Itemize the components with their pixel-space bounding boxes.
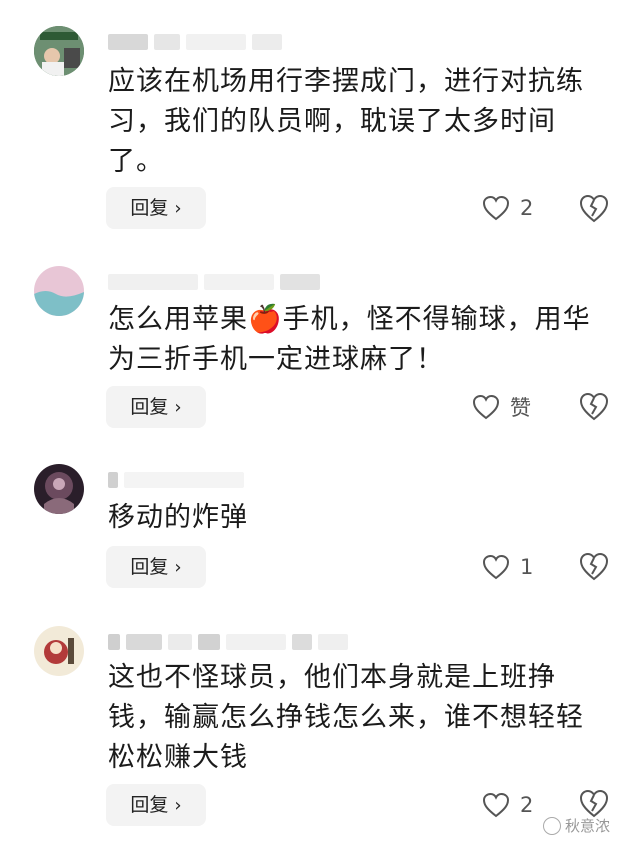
broken-heart-icon[interactable] [578,391,610,423]
heart-outline-icon [482,195,510,221]
chevron-right-icon: › [174,397,182,418]
heart-outline-icon [482,792,510,818]
avatar[interactable] [34,26,84,76]
broken-heart-icon[interactable] [578,193,610,225]
broken-heart-icon[interactable] [578,551,610,583]
username[interactable] [108,632,348,652]
chevron-right-icon: › [174,795,182,816]
chevron-right-icon: › [174,557,182,578]
comment-text: 移动的炸弹 [108,502,248,533]
comment-text: 怎么用苹果🍎手机，怪不得输球，用华为三折手机一定进球麻了！ [108,304,591,375]
watermark: 秋意浓 [543,815,610,836]
avatar[interactable] [34,464,84,514]
reply-label: 回复 [130,794,169,816]
heart-outline-icon [472,394,500,420]
reply-button[interactable]: 回复 › [106,546,206,588]
like-button[interactable]: 赞 [472,386,531,428]
comment-text: 这也不怪球员，他们本身就是上班挣钱，输赢怎么挣钱怎么来，谁不想轻轻松松赚大钱 [108,662,584,773]
reply-button[interactable]: 回复 › [106,386,206,428]
reply-label: 回复 [130,556,169,578]
watermark-logo-icon [543,816,561,835]
like-button[interactable]: 2 [482,187,533,229]
comment-text: 应该在机场用行李摆成门，进行对抗练习，我们的队员啊，耽误了太多时间了。 [108,66,584,177]
chevron-right-icon: › [174,198,182,219]
reply-button[interactable]: 回复 › [106,187,206,229]
username[interactable] [108,470,244,490]
reply-label: 回复 [130,197,169,219]
avatar[interactable] [34,626,84,676]
like-count: 赞 [510,396,531,420]
avatar[interactable] [34,266,84,316]
reply-label: 回复 [130,396,169,418]
watermark-text: 秋意浓 [565,817,611,835]
reply-button[interactable]: 回复 › [106,784,206,826]
like-button[interactable]: 1 [482,546,533,588]
heart-outline-icon [482,554,510,580]
username[interactable] [108,32,282,52]
like-count: 2 [520,793,534,817]
username[interactable] [108,272,320,292]
like-count: 1 [520,555,534,579]
like-button[interactable]: 2 [482,784,533,826]
like-count: 2 [520,196,534,220]
